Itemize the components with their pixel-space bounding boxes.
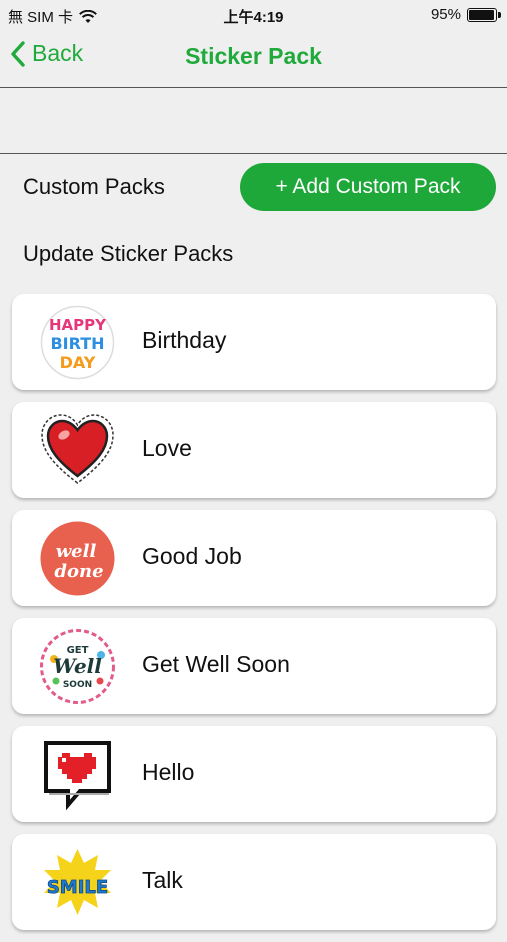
- svg-text:done: done: [54, 561, 103, 582]
- svg-text:Well: Well: [53, 654, 102, 678]
- pack-label: Talk: [142, 867, 183, 893]
- battery-percent: 95%: [430, 6, 461, 23]
- battery-group: 95%: [430, 6, 501, 23]
- pixel-heart-bubble-icon: [44, 741, 111, 811]
- nav-bar: Back Sticker Pack: [0, 30, 507, 88]
- heart-sticker-icon: [41, 414, 114, 484]
- sticker-pack-card-good-job[interactable]: well done Good Job: [12, 510, 496, 606]
- custom-packs-label: Custom Packs: [23, 174, 165, 199]
- svg-text:SOON: SOON: [63, 680, 92, 690]
- pack-label: Birthday: [142, 327, 227, 353]
- birthday-sticker-icon: HAPPY BIRTH DAY: [40, 305, 115, 380]
- sticker-pack-card-get-well-soon[interactable]: GET Well SOON Get Well Soon: [12, 618, 496, 714]
- svg-text:SMILE: SMILE: [47, 877, 108, 898]
- battery-level: [469, 9, 494, 20]
- sticker-pack-card-love[interactable]: Love: [12, 402, 496, 498]
- pack-label: Hello: [142, 759, 195, 785]
- pack-label: Get Well Soon: [142, 651, 290, 677]
- sticker-pack-card-talk[interactable]: SMILE Talk: [12, 834, 496, 930]
- sticker-pack-list: HAPPY BIRTH DAY Birthday Love well done …: [12, 294, 496, 942]
- svg-text:well: well: [56, 541, 97, 562]
- svg-text:HAPPY: HAPPY: [49, 316, 107, 334]
- smile-sticker-icon: SMILE: [44, 849, 111, 915]
- update-sticker-packs-label: Update Sticker Packs: [23, 241, 234, 266]
- sticker-pack-card-hello[interactable]: Hello: [12, 726, 496, 822]
- page-title: Sticker Pack: [185, 43, 322, 69]
- well-done-sticker-icon: well done: [40, 521, 115, 596]
- pack-label: Good Job: [142, 543, 242, 569]
- sticker-pack-card-birthday[interactable]: HAPPY BIRTH DAY Birthday: [12, 294, 496, 390]
- add-custom-pack-button[interactable]: + Add Custom Pack: [240, 163, 496, 211]
- header-spacer: [0, 88, 507, 154]
- svg-text:DAY: DAY: [60, 353, 96, 372]
- custom-packs-row: Custom Packs + Add Custom Pack: [0, 154, 507, 220]
- svg-text:BIRTH: BIRTH: [50, 334, 104, 353]
- pack-label: Love: [142, 435, 192, 461]
- get-well-sticker-icon: GET Well SOON: [40, 629, 115, 704]
- battery-icon: [467, 7, 501, 22]
- status-bar: 無 SIM 卡 上午4:19 95%: [0, 0, 507, 30]
